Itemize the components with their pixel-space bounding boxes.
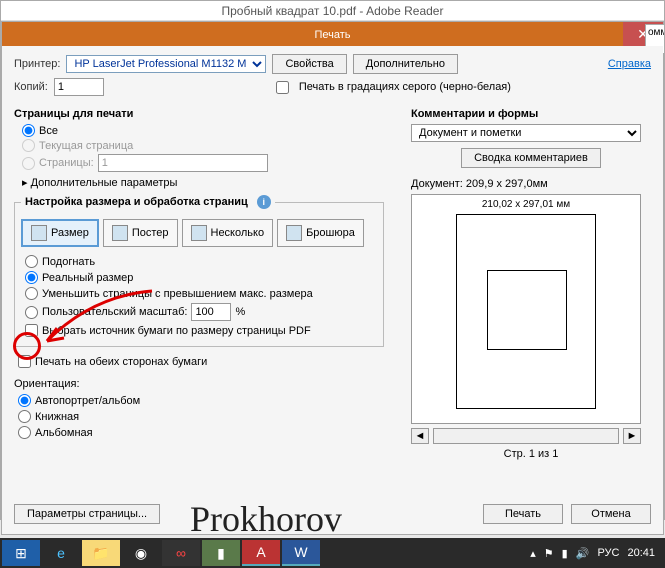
percent-label: % <box>235 306 245 318</box>
taskbar-word-icon[interactable]: W <box>282 540 320 566</box>
orient-portrait-radio[interactable] <box>18 410 31 423</box>
print-dialog: Печать ✕ омм Принтер: HP LaserJet Profes… <box>1 21 664 535</box>
taskbar[interactable]: ⊞ e 📁 ◉ ∞ ▮ A W ▴ ⚑ ▮ 🔊 РУС 20:41 <box>0 538 665 568</box>
preview-content <box>487 270 567 350</box>
orient-landscape-radio[interactable] <box>18 426 31 439</box>
pages-group-title: Страницы для печати <box>14 108 384 120</box>
booklet-mode-button[interactable]: Брошюра <box>277 219 364 247</box>
taskbar-explorer-icon[interactable]: 📁 <box>82 540 120 566</box>
actual-size-radio[interactable] <box>25 271 38 284</box>
preview-next-button[interactable]: ► <box>623 428 641 444</box>
page-counter: Стр. 1 из 1 <box>411 448 651 460</box>
help-icon[interactable]: i <box>257 195 271 209</box>
custom-scale-label: Пользовательский масштаб: <box>42 306 187 318</box>
shrink-radio[interactable] <box>25 287 38 300</box>
custom-scale-radio[interactable] <box>25 306 38 319</box>
tray-network-icon[interactable]: ▮ <box>562 547 568 560</box>
grayscale-label: Печать в градациях серого (черно-белая) <box>299 81 511 93</box>
properties-button[interactable]: Свойства <box>272 54 346 74</box>
tray-lang[interactable]: РУС <box>597 547 619 559</box>
cancel-button[interactable]: Отмена <box>571 504 651 524</box>
app-titlebar: Пробный квадрат 10.pdf - Adobe Reader <box>1 1 664 21</box>
grayscale-checkbox[interactable] <box>276 81 289 94</box>
pages-current-label: Текущая страница <box>39 140 133 152</box>
dialog-titlebar[interactable]: Печать ✕ <box>2 22 663 46</box>
orient-portrait-label: Книжная <box>35 411 79 423</box>
dialog-title-text: Печать <box>314 29 350 41</box>
paper-source-checkbox[interactable] <box>25 324 38 337</box>
doc-size-label: Документ: 209,9 x 297,0мм <box>411 178 651 190</box>
preview-prev-button[interactable]: ◄ <box>411 428 429 444</box>
tray-volume-icon[interactable]: 🔊 <box>576 547 590 560</box>
booklet-icon <box>286 225 302 241</box>
taskbar-app-icon[interactable]: ▮ <box>202 540 240 566</box>
fit-radio[interactable] <box>25 255 38 268</box>
tray-time[interactable]: 20:41 <box>627 547 655 559</box>
tray-up-icon[interactable]: ▴ <box>530 547 536 560</box>
taskbar-chrome-icon[interactable]: ◉ <box>122 540 160 566</box>
comments-select[interactable]: Документ и пометки <box>411 124 641 142</box>
orient-auto-label: Автопортрет/альбом <box>35 395 140 407</box>
preview-page-size: 210,02 x 297,01 мм <box>482 199 570 210</box>
fit-label: Подогнать <box>42 256 95 268</box>
actual-size-label: Реальный размер <box>42 272 133 284</box>
taskbar-reader-icon[interactable]: A <box>242 540 280 566</box>
shrink-label: Уменьшить страницы с превышением макс. р… <box>42 288 313 300</box>
orientation-title: Ориентация: <box>14 378 384 390</box>
sizing-fieldset: Настройка размера и обработка страниц i … <box>14 195 384 347</box>
pages-all-label: Все <box>39 125 58 137</box>
size-icon <box>31 225 47 241</box>
printer-label: Принтер: <box>14 58 60 70</box>
duplex-checkbox[interactable] <box>18 355 31 368</box>
copies-input[interactable] <box>54 78 104 96</box>
pages-range-input[interactable] <box>98 154 268 172</box>
start-button[interactable]: ⊞ <box>2 540 40 566</box>
pages-current-radio <box>22 139 35 152</box>
advanced-button[interactable]: Дополнительно <box>353 54 458 74</box>
copies-label: Копий: <box>14 81 48 93</box>
system-tray[interactable]: ▴ ⚑ ▮ 🔊 РУС 20:41 <box>530 547 663 560</box>
paper-source-label: Выбрать источник бумаги по размеру стран… <box>42 325 311 337</box>
duplex-label: Печать на обеих сторонах бумаги <box>35 356 207 368</box>
orient-auto-radio[interactable] <box>18 394 31 407</box>
pages-range-radio <box>22 157 35 170</box>
printer-select[interactable]: HP LaserJet Professional M1132 MFP <box>66 55 266 73</box>
print-preview: 210,02 x 297,01 мм <box>411 194 641 424</box>
orient-landscape-label: Альбомная <box>35 427 93 439</box>
more-options-expander[interactable]: ▸ Дополнительные параметры <box>22 176 384 189</box>
pages-all-radio[interactable] <box>22 124 35 137</box>
print-button[interactable]: Печать <box>483 504 563 524</box>
pages-range-label: Страницы: <box>39 157 94 169</box>
sizing-title: Настройка размера и обработка страниц <box>25 196 248 208</box>
preview-scrollbar[interactable] <box>433 428 619 444</box>
comments-title: Комментарии и формы <box>411 108 651 120</box>
help-link[interactable]: Справка <box>608 58 651 70</box>
taskbar-ie-icon[interactable]: e <box>42 540 80 566</box>
multiple-mode-button[interactable]: Несколько <box>182 219 274 247</box>
poster-icon <box>112 225 128 241</box>
custom-scale-input[interactable] <box>191 303 231 321</box>
poster-mode-button[interactable]: Постер <box>103 219 178 247</box>
tray-action-icon[interactable]: ⚑ <box>544 547 554 560</box>
preview-page <box>456 214 596 409</box>
size-mode-button[interactable]: Размер <box>21 219 99 247</box>
page-setup-button[interactable]: Параметры страницы... <box>14 504 160 524</box>
summary-button[interactable]: Сводка комментариев <box>461 148 601 168</box>
taskbar-cc-icon[interactable]: ∞ <box>162 540 200 566</box>
multiple-icon <box>191 225 207 241</box>
